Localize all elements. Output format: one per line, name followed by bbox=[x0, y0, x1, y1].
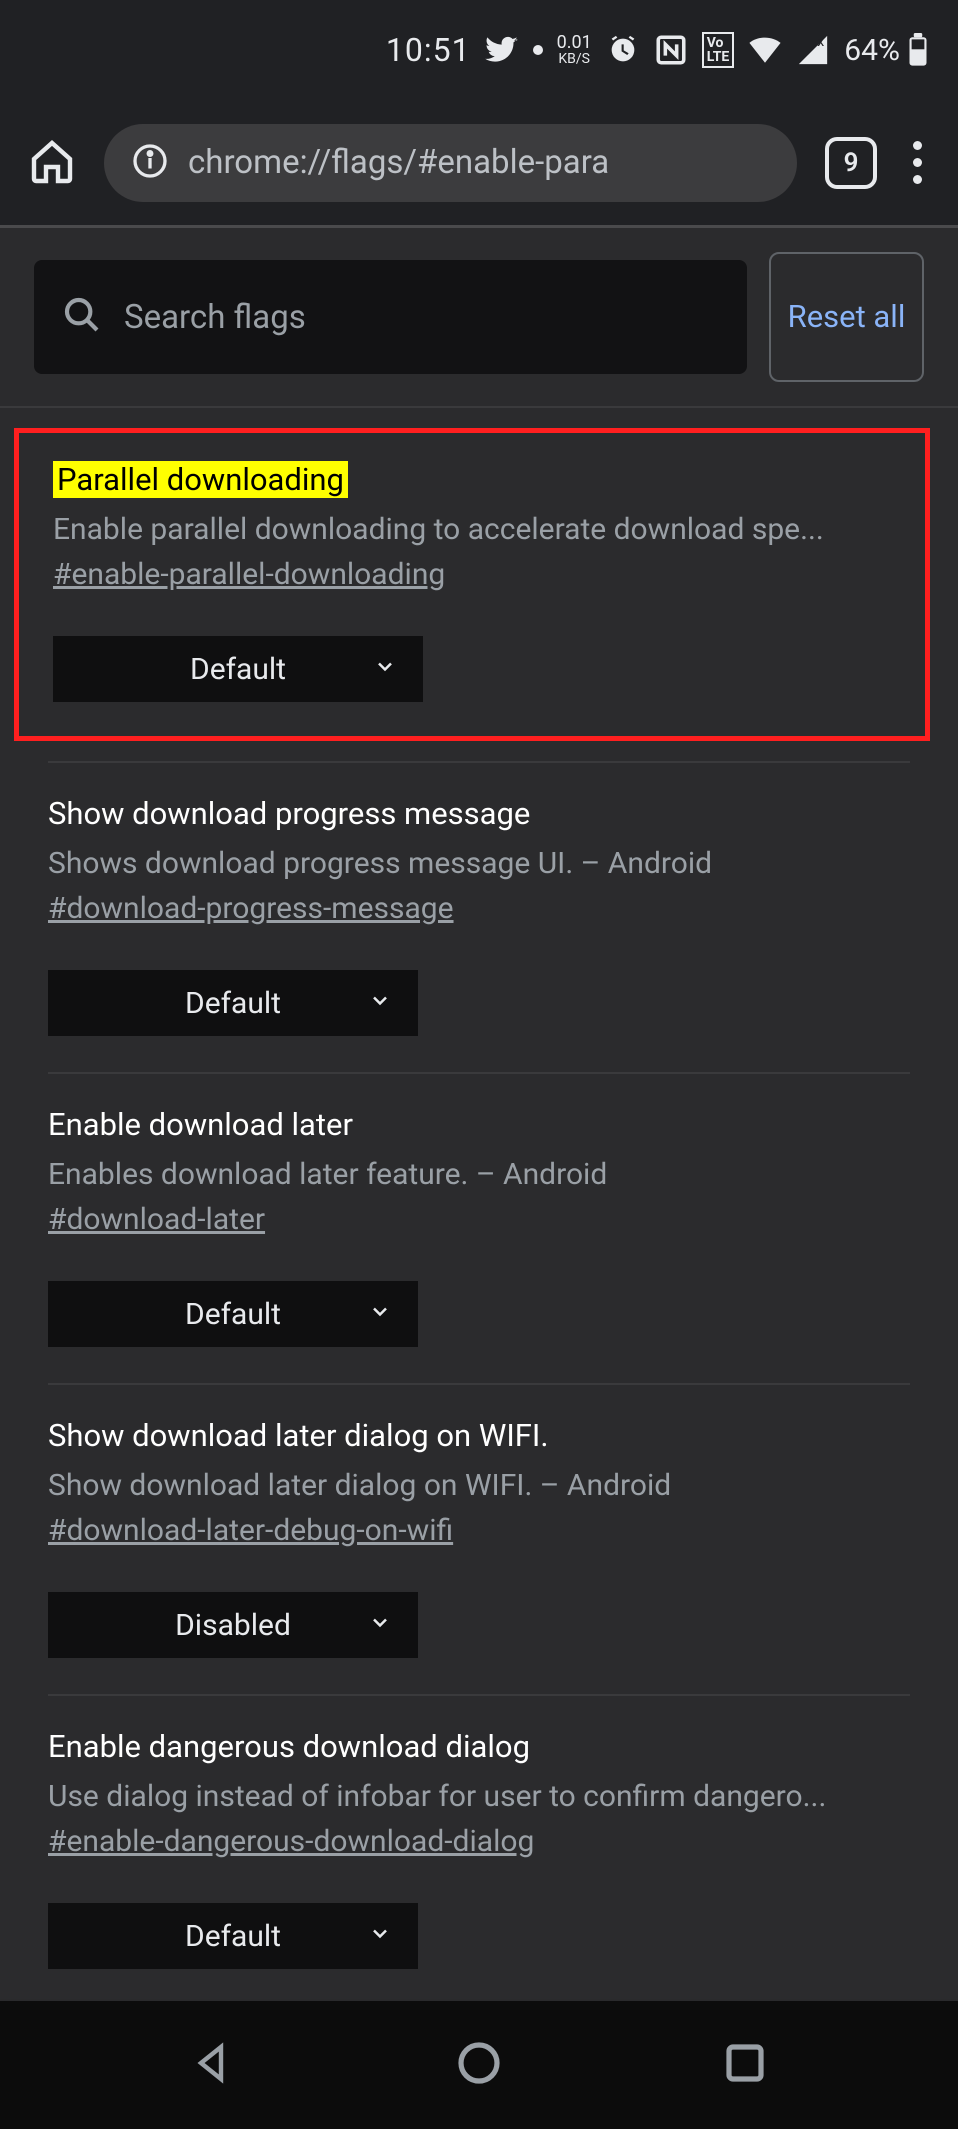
url-text: chrome://flags/#enable-para bbox=[188, 143, 609, 182]
battery-indicator: 64% bbox=[844, 33, 928, 68]
reset-all-button[interactable]: Reset all bbox=[769, 252, 924, 382]
dot-icon bbox=[533, 45, 543, 55]
flag-select-value: Disabled bbox=[175, 1608, 291, 1643]
flag-select-value: Default bbox=[185, 986, 281, 1021]
flag-download-later-debug-on-wifi: Show download later dialog on WIFI. Show… bbox=[0, 1385, 958, 1694]
volte-icon: VoLTE bbox=[702, 32, 735, 68]
nfc-icon bbox=[654, 33, 688, 67]
home-button[interactable] bbox=[455, 2039, 503, 2091]
divider bbox=[0, 406, 958, 408]
home-icon[interactable] bbox=[28, 137, 76, 189]
flag-download-later: Enable download later Enables download l… bbox=[0, 1074, 958, 1383]
flag-description: Use dialog instead of infobar for user t… bbox=[48, 1779, 910, 1814]
system-nav-bar bbox=[0, 1999, 958, 2129]
search-row: Search flags Reset all bbox=[0, 228, 958, 406]
flag-title: Show download progress message bbox=[48, 795, 530, 832]
flag-hash-link[interactable]: #download-later-debug-on-wifi bbox=[48, 1513, 910, 1548]
chevron-down-icon bbox=[368, 1608, 392, 1643]
status-time: 10:51 bbox=[386, 31, 471, 69]
signal-icon: x bbox=[796, 33, 830, 67]
flag-select-value: Default bbox=[185, 1297, 281, 1332]
recents-button[interactable] bbox=[721, 2039, 769, 2091]
wifi-icon bbox=[748, 33, 782, 67]
flag-select[interactable]: Default bbox=[48, 1903, 418, 1969]
flag-select-value: Default bbox=[185, 1919, 281, 1954]
search-input[interactable]: Search flags bbox=[34, 260, 747, 374]
flag-download-progress-message: Show download progress message Shows dow… bbox=[0, 763, 958, 1072]
search-icon bbox=[62, 295, 102, 339]
flag-select[interactable]: Default bbox=[48, 1281, 418, 1347]
svg-text:x: x bbox=[818, 34, 825, 50]
address-bar[interactable]: chrome://flags/#enable-para bbox=[104, 124, 797, 202]
flag-hash-link[interactable]: #enable-dangerous-download-dialog bbox=[48, 1824, 910, 1859]
back-button[interactable] bbox=[189, 2039, 237, 2091]
search-placeholder: Search flags bbox=[124, 298, 306, 337]
tab-count: 9 bbox=[844, 148, 859, 178]
flag-description: Enable parallel downloading to accelerat… bbox=[53, 512, 891, 547]
flag-select[interactable]: Default bbox=[53, 636, 423, 702]
flag-title: Enable download later bbox=[48, 1106, 353, 1143]
chevron-down-icon bbox=[373, 652, 397, 687]
flag-title: Show download later dialog on WIFI. bbox=[48, 1417, 549, 1454]
chevron-down-icon bbox=[368, 1297, 392, 1332]
flag-description: Show download later dialog on WIFI. – An… bbox=[48, 1468, 910, 1503]
browser-toolbar: chrome://flags/#enable-para 9 bbox=[0, 100, 958, 225]
menu-icon[interactable] bbox=[905, 141, 930, 184]
flag-select-value: Default bbox=[190, 652, 286, 687]
flag-hash-link[interactable]: #download-later bbox=[48, 1202, 910, 1237]
flag-description: Shows download progress message UI. – An… bbox=[48, 846, 910, 881]
reset-all-label: Reset all bbox=[788, 295, 906, 338]
network-rate: 0.01 KB/S bbox=[557, 34, 592, 66]
status-bar: 10:51 0.01 KB/S VoLTE x 64% bbox=[0, 0, 958, 100]
tabs-button[interactable]: 9 bbox=[825, 137, 877, 189]
chevron-down-icon bbox=[368, 986, 392, 1021]
flag-enable-dangerous-download-dialog: Enable dangerous download dialog Use dia… bbox=[0, 1696, 958, 1999]
flag-description: Enables download later feature. – Androi… bbox=[48, 1157, 910, 1192]
flag-title: Parallel downloading bbox=[53, 461, 348, 498]
flag-hash-link[interactable]: #download-progress-message bbox=[48, 891, 910, 926]
info-icon bbox=[132, 143, 168, 183]
alarm-icon bbox=[606, 33, 640, 67]
page-content: Search flags Reset all Parallel download… bbox=[0, 228, 958, 1999]
flag-select[interactable]: Disabled bbox=[48, 1592, 418, 1658]
flag-parallel-downloading: Parallel downloading Enable parallel dow… bbox=[14, 428, 930, 741]
flag-title: Enable dangerous download dialog bbox=[48, 1728, 530, 1765]
flag-select[interactable]: Default bbox=[48, 970, 418, 1036]
twitter-icon bbox=[485, 33, 519, 67]
chevron-down-icon bbox=[368, 1919, 392, 1954]
flag-hash-link[interactable]: #enable-parallel-downloading bbox=[53, 557, 891, 592]
